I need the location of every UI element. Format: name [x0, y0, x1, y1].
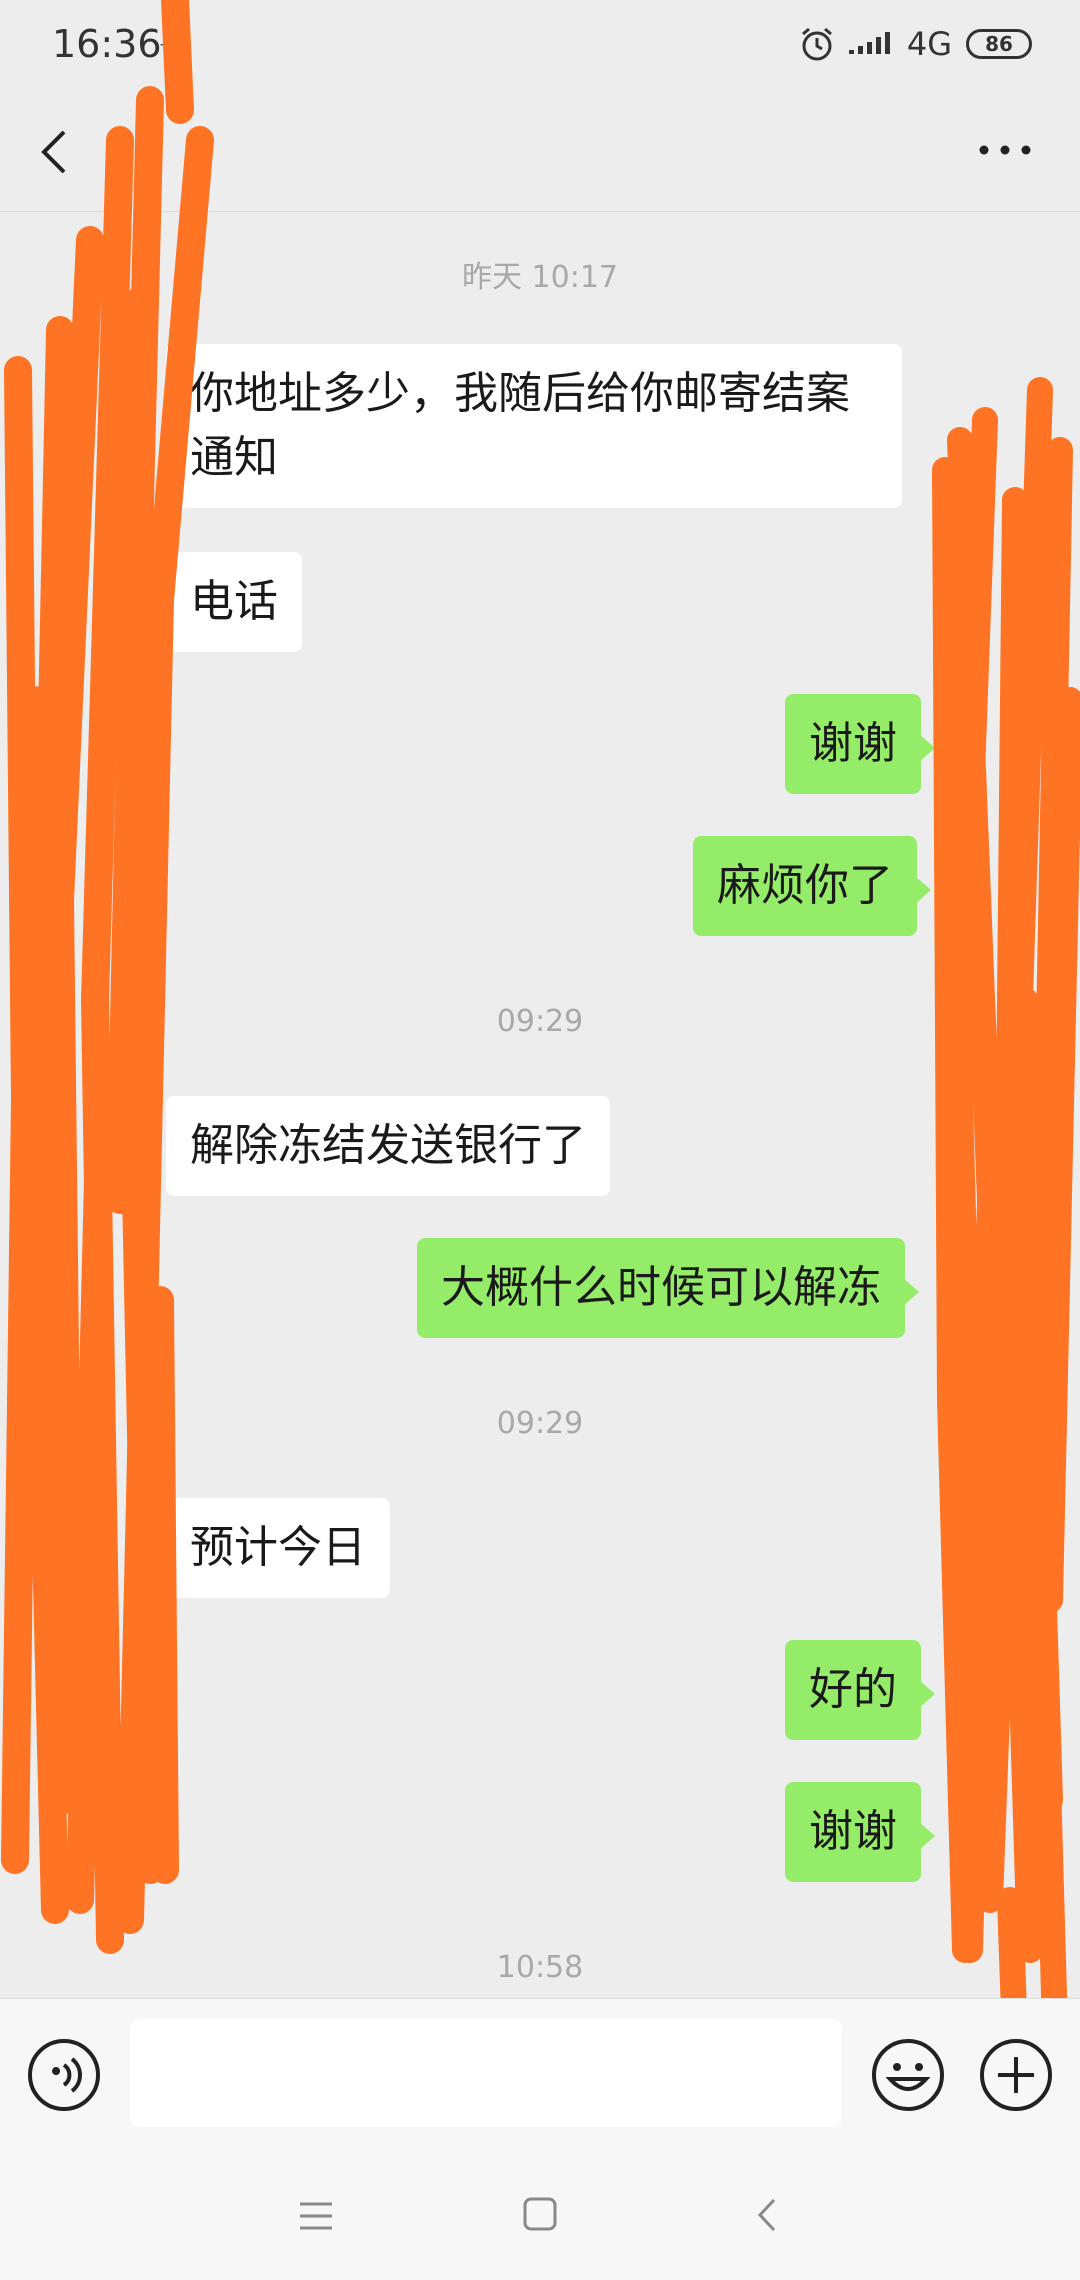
network-type: 4G [906, 25, 952, 63]
input-bar [0, 1998, 1080, 2150]
message-incoming[interactable]: 预计今日 [166, 1498, 390, 1598]
message-outgoing[interactable]: 麻烦你了 [693, 836, 931, 936]
signal-icon [848, 32, 890, 54]
status-icons: 4G 86 [799, 22, 1032, 66]
timestamp: 09:29 [496, 1004, 584, 1039]
message-outgoing[interactable]: 好的 [785, 1640, 935, 1740]
voice-icon[interactable] [26, 2037, 102, 2113]
menu-icon[interactable] [296, 2198, 336, 2234]
message-outgoing[interactable]: 谢谢 [785, 694, 935, 794]
message-outgoing[interactable]: 大概什么时候可以解冻 [417, 1238, 919, 1338]
chat-header [0, 92, 1080, 212]
more-dots-icon[interactable] [978, 140, 1032, 160]
battery-level: 86 [985, 32, 1013, 56]
home-icon[interactable] [522, 2196, 558, 2232]
navigation-icon: ⌖ [160, 28, 177, 63]
message-input[interactable] [130, 2019, 842, 2127]
message-incoming[interactable]: 电话 [166, 552, 302, 652]
timestamp: 09:29 [496, 1406, 584, 1441]
back-icon[interactable] [754, 2196, 780, 2234]
timestamp: 昨天 10:17 [462, 260, 618, 295]
message-incoming[interactable]: 解除冻结发送银行了 [166, 1096, 610, 1196]
plus-icon[interactable] [978, 2037, 1054, 2113]
battery-icon: 86 [966, 29, 1032, 59]
timestamp: 10:58 [496, 1950, 584, 1985]
system-nav-bar [0, 2150, 1080, 2280]
message-incoming[interactable]: 你地址多少，我随后给你邮寄结案通知 [166, 344, 902, 508]
emoji-icon[interactable] [870, 2037, 946, 2113]
message-outgoing[interactable]: 谢谢 [785, 1782, 935, 1882]
back-arrow-icon[interactable] [34, 122, 74, 182]
alarm-icon [801, 27, 832, 61]
status-bar: 16:36 ⌖ 4G 86 [0, 0, 1080, 92]
status-time: 16:36 [52, 22, 162, 66]
